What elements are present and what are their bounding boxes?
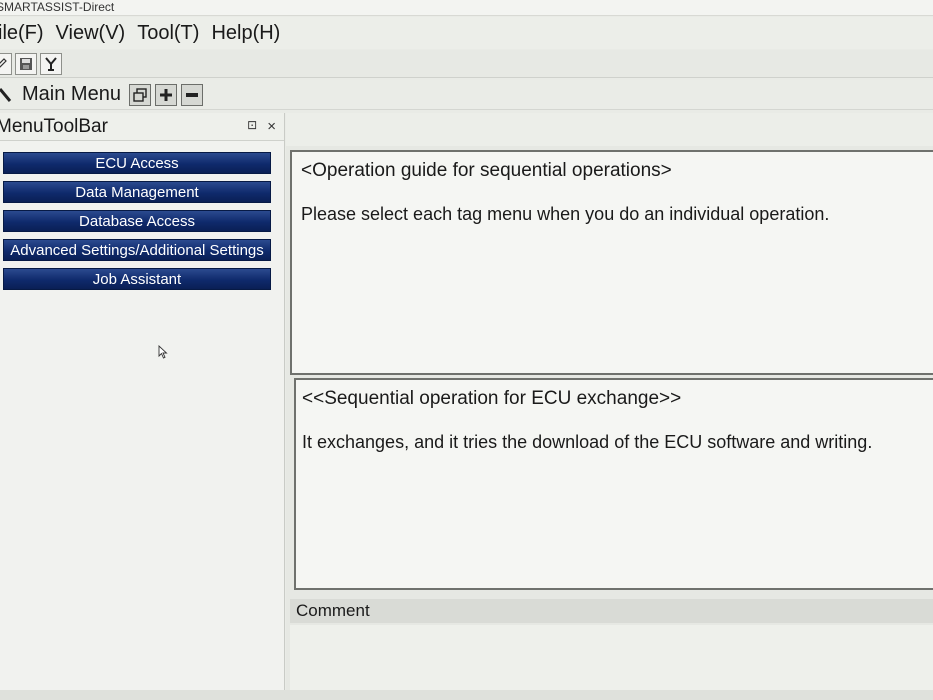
data-management-button[interactable]: Data Management <box>3 181 271 203</box>
operation-guide-box: <Operation guide for sequential operatio… <box>290 150 933 375</box>
nav-list: ECU Access Data Management Database Acce… <box>0 141 284 290</box>
comment-area[interactable] <box>290 625 933 700</box>
sequential-operation-heading: <<Sequential operation for ECU exchange>… <box>302 388 682 409</box>
menu-file[interactable]: ile(F) <box>0 20 44 47</box>
status-strip <box>0 690 933 700</box>
content-top-strip <box>286 113 933 146</box>
job-assistant-button[interactable]: Job Assistant <box>3 268 271 290</box>
tools-icon[interactable] <box>40 52 62 75</box>
menu-help[interactable]: Help(H) <box>211 20 280 47</box>
window-title: SMARTASSIST-Direct <box>0 0 115 14</box>
database-access-button[interactable]: Database Access <box>3 210 271 232</box>
advanced-settings-button[interactable]: Advanced Settings/Additional Settings <box>3 239 271 261</box>
menu-toolbar-header: MenuToolBar ⊡ × <box>0 113 284 141</box>
sequential-operation-text: It exchanges, and it tries the download … <box>302 432 873 452</box>
minimize-icon[interactable] <box>180 83 203 106</box>
panel-title: MenuToolBar <box>0 115 108 137</box>
main-menu-bar: Main Menu <box>0 80 933 110</box>
add-icon[interactable] <box>154 83 177 106</box>
save-icon[interactable] <box>15 52 37 75</box>
comment-header: Comment <box>290 599 933 623</box>
edit-icon[interactable] <box>0 52 12 75</box>
main-menu-label: Main Menu <box>22 83 121 105</box>
ecu-access-button[interactable]: ECU Access <box>3 152 271 174</box>
restore-window-icon[interactable] <box>128 83 151 106</box>
toolbar <box>0 50 933 78</box>
sequential-operation-box: <<Sequential operation for ECU exchange>… <box>294 378 933 590</box>
window-title-bar: SMARTASSIST-Direct <box>0 0 933 16</box>
comment-label: Comment <box>296 601 370 620</box>
menu-bar: ile(F) View(V) Tool(T) Help(H) <box>0 17 933 49</box>
mouse-cursor-icon <box>158 345 168 359</box>
menu-tool[interactable]: Tool(T) <box>137 20 199 47</box>
pin-icon[interactable]: ⊡ <box>247 118 257 135</box>
content-panel: <Operation guide for sequential operatio… <box>286 113 933 700</box>
close-icon[interactable]: × <box>267 118 276 135</box>
operation-guide-text: Please select each tag menu when you do … <box>301 204 830 224</box>
menu-toolbar-panel: MenuToolBar ⊡ × ECU Access Data Manageme… <box>0 113 285 700</box>
pencil-icon <box>0 88 12 102</box>
menu-view[interactable]: View(V) <box>56 20 126 47</box>
operation-guide-heading: <Operation guide for sequential operatio… <box>301 160 672 181</box>
